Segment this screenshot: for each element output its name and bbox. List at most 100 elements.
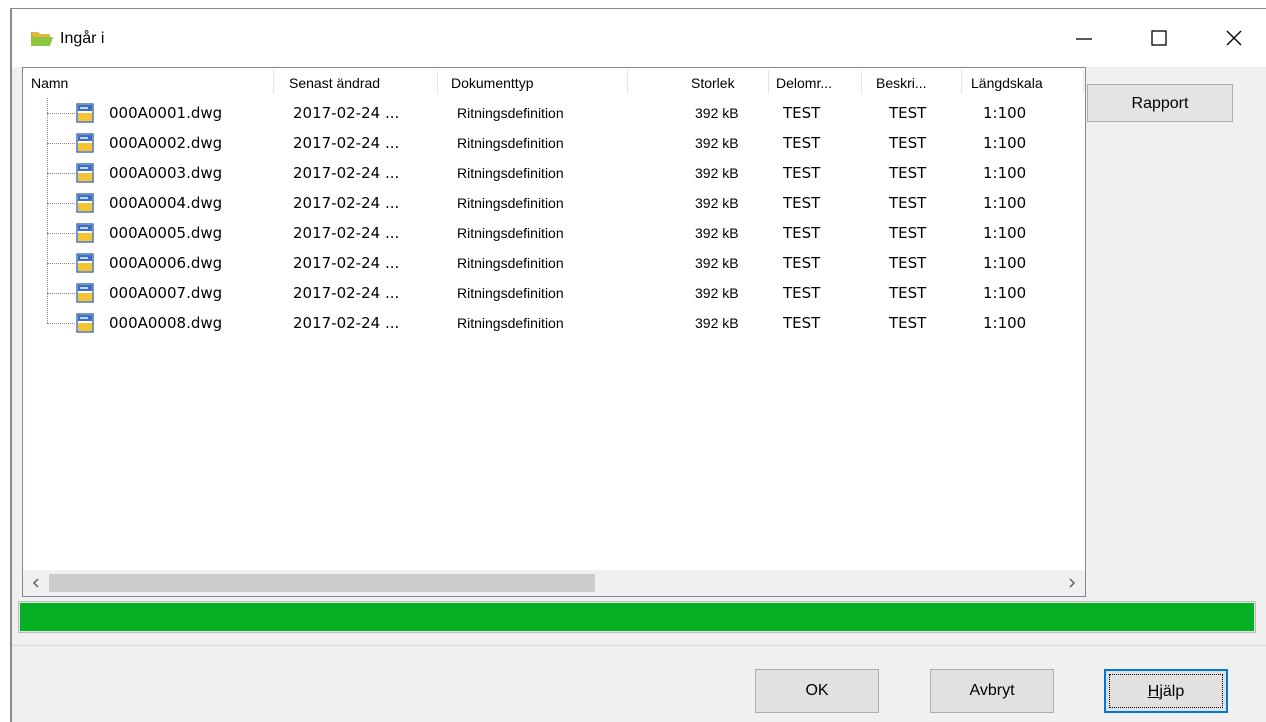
length-scale: 1:100	[983, 194, 1027, 212]
subarea: TEST	[783, 284, 821, 302]
column-header-description[interactable]: Beskri...	[868, 68, 958, 96]
dwg-file-icon	[76, 223, 94, 243]
column-header-area[interactable]: Delomr...	[768, 68, 858, 96]
list-item[interactable]: 000A0008.dwg 2017-02-24 ... Ritningsdefini…	[23, 308, 1085, 338]
file-size: 392 kB	[695, 135, 739, 151]
file-name: 000A0006.dwg	[109, 254, 223, 272]
file-name: 000A0002.dwg	[109, 134, 223, 152]
list-item[interactable]: 000A0002.dwg 2017-02-24 ... Ritningsdefini…	[23, 128, 1085, 158]
column-header-type[interactable]: Dokumenttyp	[443, 68, 623, 96]
file-size: 392 kB	[695, 195, 739, 211]
length-scale: 1:100	[983, 284, 1027, 302]
modified-date: 2017-02-24 ...	[293, 224, 400, 242]
help-button[interactable]: Hjälp	[1104, 669, 1228, 713]
folder-open-icon	[31, 32, 53, 46]
column-divider[interactable]	[861, 70, 862, 94]
scroll-right-icon[interactable]	[1065, 576, 1079, 590]
subarea: TEST	[783, 254, 821, 272]
maximize-button[interactable]	[1127, 9, 1191, 67]
dwg-file-icon	[76, 193, 94, 213]
tree-connector	[47, 113, 75, 114]
report-tab[interactable]: Rapport	[1087, 84, 1233, 122]
minimize-button[interactable]	[1052, 9, 1116, 67]
file-size: 392 kB	[695, 315, 739, 331]
column-divider[interactable]	[627, 70, 628, 94]
file-name: 000A0005.dwg	[109, 224, 223, 242]
progress-fill	[20, 603, 1254, 631]
close-button[interactable]	[1202, 9, 1266, 67]
subarea: TEST	[783, 104, 821, 122]
dialog-window: Ingår i Namn Senast ändrad Dokumenttyp S…	[10, 8, 1266, 722]
subarea: TEST	[783, 314, 821, 332]
ok-button[interactable]: OK	[755, 669, 879, 713]
modified-date: 2017-02-24 ...	[293, 194, 400, 212]
file-size: 392 kB	[695, 285, 739, 301]
column-header-modified[interactable]: Senast ändrad	[281, 68, 439, 96]
column-header-namn[interactable]: Namn	[23, 68, 273, 96]
file-size: 392 kB	[695, 255, 739, 271]
column-header-scale[interactable]: Längdskala	[963, 68, 1073, 96]
help-label: jälp	[1159, 683, 1185, 700]
dwg-file-icon	[76, 313, 94, 333]
file-name: 000A0003.dwg	[109, 164, 223, 182]
document-type: Ritningsdefinition	[457, 105, 564, 121]
column-divider[interactable]	[273, 70, 274, 94]
column-divider[interactable]	[961, 70, 962, 94]
file-name: 000A0004.dwg	[109, 194, 223, 212]
modified-date: 2017-02-24 ...	[293, 134, 400, 152]
cancel-button[interactable]: Avbryt	[930, 669, 1054, 713]
tree-connector	[47, 143, 75, 144]
modified-date: 2017-02-24 ...	[293, 284, 400, 302]
file-size: 392 kB	[695, 165, 739, 181]
scrollbar-thumb[interactable]	[49, 574, 595, 592]
tree-connector	[47, 293, 75, 294]
file-list[interactable]: Namn Senast ändrad Dokumenttyp Storlek D…	[22, 67, 1086, 597]
document-type: Ritningsdefinition	[457, 225, 564, 241]
modified-date: 2017-02-24 ...	[293, 254, 400, 272]
description: TEST	[889, 254, 927, 272]
subarea: TEST	[783, 164, 821, 182]
list-item[interactable]: 000A0005.dwg 2017-02-24 ... Ritningsdefini…	[23, 218, 1085, 248]
document-type: Ritningsdefinition	[457, 165, 564, 181]
description: TEST	[889, 224, 927, 242]
scroll-left-icon[interactable]	[29, 576, 43, 590]
length-scale: 1:100	[983, 104, 1027, 122]
list-item[interactable]: 000A0006.dwg 2017-02-24 ... Ritningsdefini…	[23, 248, 1085, 278]
file-name: 000A0001.dwg	[109, 104, 223, 122]
tree-connector	[47, 263, 75, 264]
document-type: Ritningsdefinition	[457, 195, 564, 211]
document-type: Ritningsdefinition	[457, 285, 564, 301]
tree-connector	[47, 173, 75, 174]
description: TEST	[889, 314, 927, 332]
modified-date: 2017-02-24 ...	[293, 314, 400, 332]
list-item[interactable]: 000A0003.dwg 2017-02-24 ... Ritningsdefini…	[23, 158, 1085, 188]
description: TEST	[889, 194, 927, 212]
length-scale: 1:100	[983, 314, 1027, 332]
description: TEST	[889, 134, 927, 152]
column-divider[interactable]	[1083, 70, 1084, 94]
file-name: 000A0007.dwg	[109, 284, 223, 302]
column-header-size[interactable]: Storlek	[683, 68, 765, 96]
dwg-file-icon	[76, 253, 94, 273]
length-scale: 1:100	[983, 164, 1027, 182]
window-title: Ingår i	[60, 30, 105, 47]
list-item[interactable]: 000A0004.dwg 2017-02-24 ... Ritningsdefini…	[23, 188, 1085, 218]
maximize-icon	[1151, 30, 1167, 46]
horizontal-scrollbar[interactable]	[23, 570, 1085, 596]
close-icon	[1226, 30, 1242, 46]
divider	[12, 645, 1266, 646]
progress-bar	[18, 601, 1256, 633]
minimize-icon	[1076, 38, 1092, 40]
description: TEST	[889, 104, 927, 122]
title-bar[interactable]: Ingår i	[12, 9, 1266, 67]
dwg-file-icon	[76, 283, 94, 303]
column-divider[interactable]	[437, 70, 438, 94]
list-item[interactable]: 000A0001.dwg 2017-02-24 ... Ritningsdefini…	[23, 98, 1085, 128]
length-scale: 1:100	[983, 254, 1027, 272]
modified-date: 2017-02-24 ...	[293, 164, 400, 182]
modified-date: 2017-02-24 ...	[293, 104, 400, 122]
list-header: Namn Senast ändrad Dokumenttyp Storlek D…	[23, 68, 1085, 96]
dwg-file-icon	[76, 133, 94, 153]
file-size: 392 kB	[695, 225, 739, 241]
list-item[interactable]: 000A0007.dwg 2017-02-24 ... Ritningsdefini…	[23, 278, 1085, 308]
